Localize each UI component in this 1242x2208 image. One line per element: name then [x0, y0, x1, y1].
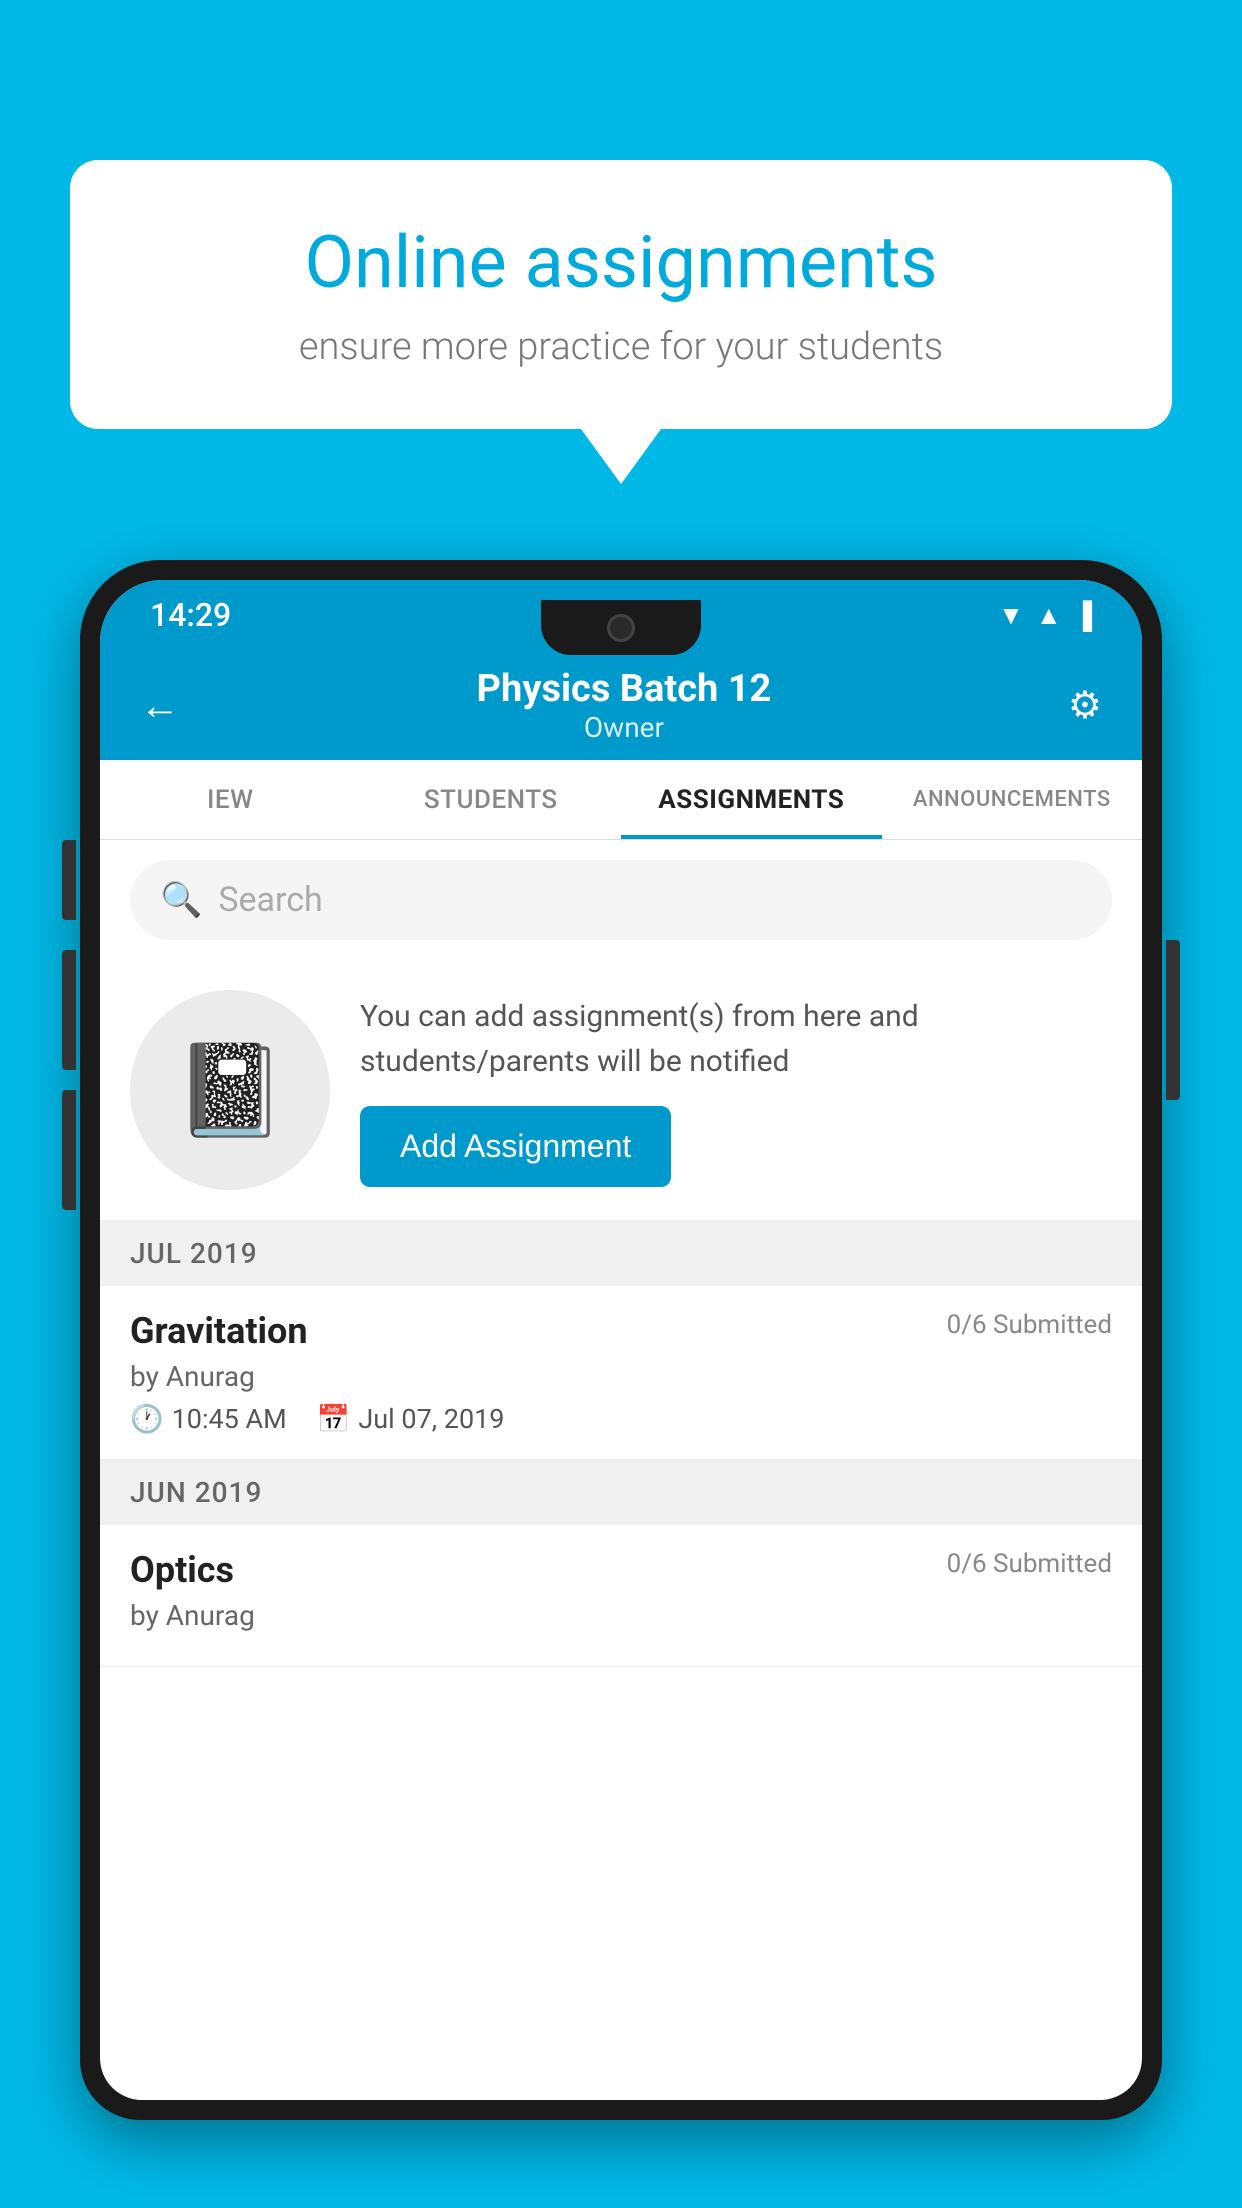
signal-icon: ▲: [1036, 600, 1062, 631]
battery-icon: ▐: [1074, 600, 1092, 631]
speech-bubble: Online assignments ensure more practice …: [70, 160, 1172, 429]
assignment-item-top: Gravitation 0/6 Submitted: [130, 1310, 1112, 1352]
assignment-submitted-gravitation: 0/6 Submitted: [947, 1310, 1112, 1340]
assignment-date-text: Jul 07, 2019: [358, 1403, 504, 1435]
volume-lower-button: [62, 1090, 76, 1210]
assignment-time-text: 10:45 AM: [172, 1403, 287, 1435]
assignment-author-optics: by Anurag: [130, 1599, 1112, 1632]
tab-announcements[interactable]: ANNOUNCEMENTS: [882, 760, 1143, 839]
tabs-bar: IEW STUDENTS ASSIGNMENTS ANNOUNCEMENTS: [100, 760, 1142, 840]
assignment-name-optics: Optics: [130, 1549, 234, 1591]
calendar-icon: 📅: [317, 1403, 351, 1435]
header-title-group: Physics Batch 12 Owner: [477, 667, 772, 744]
assignment-item-top-optics: Optics 0/6 Submitted: [130, 1549, 1112, 1591]
back-button[interactable]: ←: [140, 682, 180, 729]
phone-mockup: 14:29 ▼ ▲ ▐ ← Physics Batch 12 Owner ⚙: [80, 560, 1162, 2208]
volume-up-button: [62, 840, 76, 920]
volume-down-button: [62, 950, 76, 1070]
speech-bubble-container: Online assignments ensure more practice …: [70, 160, 1172, 484]
assignment-date-item: 📅 Jul 07, 2019: [317, 1403, 505, 1435]
header-title: Physics Batch 12: [477, 667, 772, 711]
search-placeholder-text: Search: [218, 880, 322, 920]
add-assignment-description: You can add assignment(s) from here and …: [360, 994, 1112, 1084]
wifi-icon: ▼: [998, 600, 1024, 631]
assignment-author-gravitation: by Anurag: [130, 1360, 1112, 1393]
camera-dot: [607, 614, 635, 642]
tab-iew[interactable]: IEW: [100, 760, 361, 839]
search-bar[interactable]: 🔍 Search: [130, 860, 1112, 940]
status-time: 14:29: [150, 596, 231, 634]
status-icons: ▼ ▲ ▐: [998, 600, 1092, 631]
phone-screen: 14:29 ▼ ▲ ▐ ← Physics Batch 12 Owner ⚙: [100, 580, 1142, 2100]
settings-icon[interactable]: ⚙: [1068, 683, 1102, 728]
speech-bubble-subtitle: ensure more practice for your students: [140, 325, 1102, 369]
assignment-item-optics[interactable]: Optics 0/6 Submitted by Anurag: [100, 1525, 1142, 1667]
speech-bubble-title: Online assignments: [140, 220, 1102, 305]
power-button: [1166, 940, 1180, 1100]
section-header-jun: JUN 2019: [100, 1460, 1142, 1525]
add-assignment-card: 📓 You can add assignment(s) from here an…: [100, 960, 1142, 1221]
assignment-meta-gravitation: 🕐 10:45 AM 📅 Jul 07, 2019: [130, 1403, 1112, 1435]
add-assignment-right: You can add assignment(s) from here and …: [360, 994, 1112, 1187]
phone-outer: 14:29 ▼ ▲ ▐ ← Physics Batch 12 Owner ⚙: [80, 560, 1162, 2120]
header-subtitle: Owner: [477, 711, 772, 744]
clock-icon: 🕐: [130, 1403, 164, 1435]
search-icon: 🔍: [160, 880, 202, 920]
assignment-name-gravitation: Gravitation: [130, 1310, 308, 1352]
assignment-time-item: 🕐 10:45 AM: [130, 1403, 287, 1435]
notebook-icon-circle: 📓: [130, 990, 330, 1190]
phone-notch: [541, 600, 701, 655]
notebook-icon: 📓: [174, 1038, 286, 1143]
speech-bubble-arrow: [581, 429, 661, 484]
tab-assignments[interactable]: ASSIGNMENTS: [621, 760, 882, 839]
content-area: 🔍 Search 📓 You can add assignment(s) fro…: [100, 860, 1142, 1667]
assignment-submitted-optics: 0/6 Submitted: [947, 1549, 1112, 1579]
section-header-jul: JUL 2019: [100, 1221, 1142, 1286]
tab-students[interactable]: STUDENTS: [361, 760, 622, 839]
add-assignment-button[interactable]: Add Assignment: [360, 1106, 671, 1187]
app-header: ← Physics Batch 12 Owner ⚙: [100, 650, 1142, 760]
assignment-item-gravitation[interactable]: Gravitation 0/6 Submitted by Anurag 🕐 10…: [100, 1286, 1142, 1460]
